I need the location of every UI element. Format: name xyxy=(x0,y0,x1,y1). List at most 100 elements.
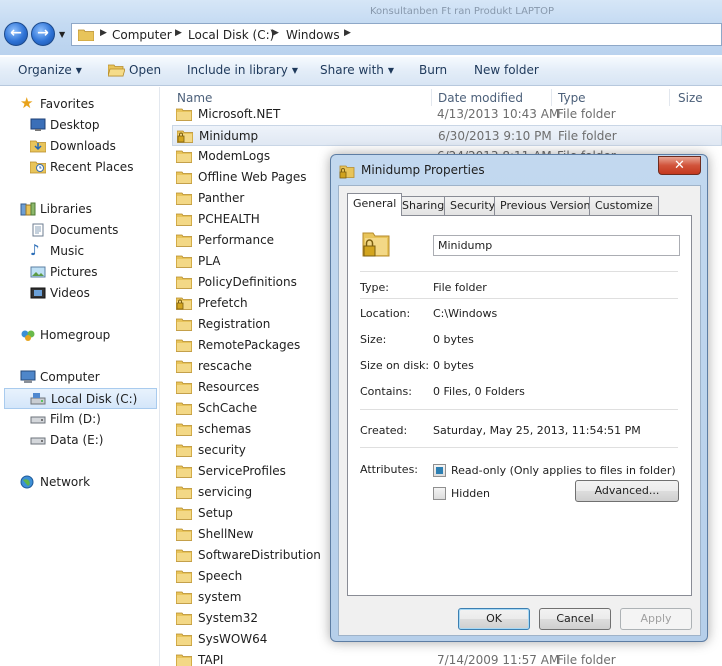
type-label: Type: xyxy=(360,281,389,294)
file-name: Performance xyxy=(198,233,275,247)
nav-local-disk-c[interactable]: Local Disk (C:) xyxy=(4,388,157,409)
file-name: RemotePackages xyxy=(198,338,301,352)
hidden-checkbox[interactable] xyxy=(433,487,446,500)
videos-icon xyxy=(30,287,46,299)
folder-icon xyxy=(176,569,192,583)
apply-button[interactable]: Apply xyxy=(620,608,692,630)
breadcrumb-separator-icon[interactable]: ▶ xyxy=(272,28,279,38)
cancel-button[interactable]: Cancel xyxy=(539,608,611,630)
folder-icon xyxy=(176,443,192,457)
file-name: PLA xyxy=(198,254,221,268)
folder-icon xyxy=(176,107,192,121)
dialog-title: Minidump Properties xyxy=(361,163,485,177)
file-type: File folder xyxy=(557,107,616,121)
chevron-down-icon: ▼ xyxy=(75,66,82,75)
advanced-button[interactable]: Advanced... xyxy=(575,480,679,502)
include-in-library-button[interactable]: Include in library ▼ xyxy=(187,63,298,77)
folder-icon xyxy=(176,317,192,331)
hidden-label: Hidden xyxy=(451,487,491,500)
folder-icon xyxy=(176,527,192,541)
folder-icon xyxy=(176,401,192,415)
file-type: File folder xyxy=(558,129,617,143)
column-header-date[interactable]: Date modified xyxy=(438,91,523,105)
folder-icon xyxy=(176,170,192,184)
created-value: Saturday, May 25, 2013, 11:54:51 PM xyxy=(433,424,641,437)
star-icon: ★ xyxy=(20,94,34,112)
folder-icon xyxy=(176,464,192,478)
folder-icon xyxy=(176,191,192,205)
open-button[interactable]: Open xyxy=(108,63,161,77)
file-name: System32 xyxy=(198,611,259,625)
burn-button[interactable]: Burn xyxy=(419,63,447,77)
file-name: system xyxy=(198,590,242,604)
breadcrumb-separator-icon[interactable]: ▶ xyxy=(100,28,107,38)
file-name: Registration xyxy=(198,317,271,331)
address-bar[interactable]: ▶ Computer ▶ Local Disk (C:) ▶ Windows ▶ xyxy=(71,23,722,46)
folder-icon xyxy=(176,359,192,373)
created-label: Created: xyxy=(360,424,408,437)
folder-name-input[interactable] xyxy=(433,235,680,256)
folder-icon xyxy=(176,149,192,163)
file-date: 4/13/2013 10:43 AM xyxy=(437,107,560,121)
file-name: Minidump xyxy=(199,129,259,143)
general-tab-panel: Type: File folder Location: C:\Windows S… xyxy=(347,215,692,596)
file-name: rescache xyxy=(198,359,252,373)
ok-button[interactable]: OK xyxy=(458,608,530,630)
forward-button[interactable]: → xyxy=(31,22,55,46)
tab-customize[interactable]: Customize xyxy=(589,196,659,215)
file-name: Resources xyxy=(198,380,260,394)
file-name: PCHEALTH xyxy=(198,212,260,226)
breadcrumb-windows[interactable]: Windows xyxy=(286,28,340,42)
tab-security[interactable]: Security xyxy=(444,196,502,215)
hard-drive-icon xyxy=(30,393,46,405)
back-button[interactable]: ← xyxy=(4,22,28,46)
divider xyxy=(360,447,678,448)
file-row[interactable]: Minidump 6/30/2013 9:10 PM File folder xyxy=(172,125,722,146)
tab-sharing[interactable]: Sharing xyxy=(396,196,451,215)
homegroup-icon xyxy=(21,330,35,341)
back-arrow-icon: ← xyxy=(10,25,22,41)
hard-drive-icon xyxy=(30,437,46,445)
close-button[interactable]: ✕ xyxy=(658,156,701,175)
folder-icon xyxy=(176,653,192,666)
open-folder-icon xyxy=(108,64,125,77)
breadcrumb-local-disk[interactable]: Local Disk (C:) xyxy=(188,28,274,42)
recent-pages-dropdown-icon[interactable]: ▼ xyxy=(59,30,65,39)
divider xyxy=(360,271,678,272)
divider xyxy=(360,298,678,299)
file-type: File folder xyxy=(557,653,616,666)
locked-folder-icon xyxy=(176,296,192,310)
folder-icon xyxy=(176,611,192,625)
organize-button[interactable]: Organize ▼ xyxy=(18,63,82,77)
column-header-type[interactable]: Type xyxy=(558,91,586,105)
chevron-down-icon: ▼ xyxy=(291,66,299,75)
folder-icon xyxy=(176,506,192,520)
contains-label: Contains: xyxy=(360,385,412,398)
new-folder-button[interactable]: New folder xyxy=(474,63,539,77)
column-header-name[interactable]: Name xyxy=(177,91,212,105)
column-header-size[interactable]: Size xyxy=(678,91,703,105)
file-name: Panther xyxy=(198,191,245,205)
file-name: Microsoft.NET xyxy=(198,107,281,121)
file-row[interactable]: TAPI 7/14/2009 11:57 AM File folder xyxy=(172,650,722,666)
downloads-folder-icon xyxy=(30,140,46,153)
locked-folder-icon xyxy=(362,232,390,257)
tab-general[interactable]: General xyxy=(347,193,403,216)
divider xyxy=(360,409,678,410)
breadcrumb-separator-icon[interactable]: ▶ xyxy=(175,28,182,38)
folder-icon xyxy=(176,422,192,436)
share-with-button[interactable]: Share with ▼ xyxy=(320,63,394,77)
folder-icon xyxy=(78,29,94,41)
breadcrumb-computer[interactable]: Computer xyxy=(112,28,172,42)
breadcrumb-separator-icon[interactable]: ▶ xyxy=(344,28,351,38)
forward-arrow-icon: → xyxy=(37,25,49,41)
file-row[interactable]: Microsoft.NET 4/13/2013 10:43 AM File fold… xyxy=(172,104,722,125)
libraries-icon xyxy=(20,202,36,216)
readonly-checkbox[interactable] xyxy=(433,464,446,477)
folder-icon xyxy=(176,338,192,352)
folder-icon xyxy=(176,485,192,499)
navigation-pane: ★ Favorites Desktop Downloads Recent Pla… xyxy=(0,87,160,666)
tab-previous-versions[interactable]: Previous Versions xyxy=(494,196,603,215)
file-name: Offline Web Pages xyxy=(198,170,307,184)
folder-icon xyxy=(176,380,192,394)
